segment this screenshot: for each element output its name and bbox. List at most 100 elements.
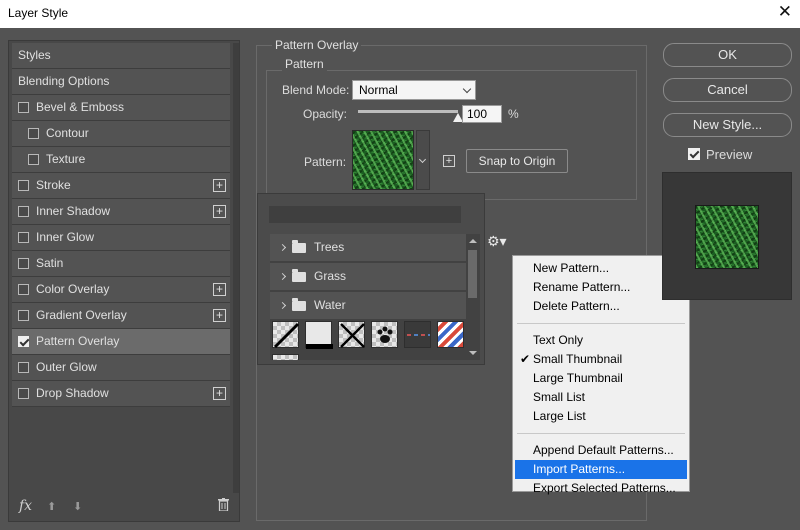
style-item-bevel-emboss[interactable]: Bevel & Emboss — [12, 95, 230, 121]
style-item-label: Styles — [18, 48, 51, 62]
pattern-thumb[interactable] — [404, 321, 431, 348]
menu-item-import-patterns[interactable]: Import Patterns... — [515, 460, 687, 479]
pattern-folder-trees[interactable]: Trees — [270, 234, 466, 262]
folder-icon — [292, 240, 306, 253]
preview-label: Preview — [706, 147, 753, 162]
move-up-icon[interactable]: ⬆ — [47, 500, 56, 513]
menu-item-label: Import Patterns... — [533, 462, 626, 476]
pattern-thumb[interactable] — [437, 321, 464, 348]
gear-icon[interactable]: ⚙▾ — [487, 233, 511, 253]
style-item-blending-options[interactable]: Blending Options — [12, 69, 230, 95]
diagonal-line-icon — [273, 322, 300, 349]
pattern-overlay-checkbox[interactable] — [18, 336, 29, 347]
style-item-stroke[interactable]: Stroke + — [12, 173, 230, 199]
cancel-button[interactable]: Cancel — [663, 78, 792, 102]
blend-mode-value: Normal — [359, 83, 398, 97]
pattern-swatch[interactable] — [352, 130, 414, 190]
scroll-up-icon[interactable] — [469, 239, 477, 243]
add-inner-shadow-icon[interactable]: + — [213, 205, 226, 218]
snap-to-origin-button[interactable]: Snap to Origin — [466, 149, 568, 173]
style-item-label: Pattern Overlay — [36, 334, 120, 348]
close-icon[interactable]: ✕ — [778, 2, 792, 22]
inner-shadow-checkbox[interactable] — [18, 206, 29, 217]
style-item-satin[interactable]: Satin — [12, 251, 230, 277]
preview-box — [662, 172, 792, 300]
menu-item-append-default-patterns[interactable]: Append Default Patterns... — [515, 441, 687, 460]
style-item-label: Blending Options — [18, 74, 110, 88]
bevel-emboss-checkbox[interactable] — [18, 102, 29, 113]
style-item-inner-shadow[interactable]: Inner Shadow + — [12, 199, 230, 225]
chevron-right-icon[interactable] — [278, 243, 287, 252]
pattern-label: Pattern: — [304, 155, 347, 169]
menu-separator — [517, 433, 685, 434]
pattern-thumb[interactable] — [371, 321, 398, 348]
style-item-texture[interactable]: Texture — [12, 147, 230, 173]
chevron-right-icon[interactable] — [278, 272, 287, 281]
blend-mode-label: Blend Mode: — [282, 83, 350, 97]
scroll-down-icon[interactable] — [469, 351, 477, 355]
pattern-thumb[interactable] — [272, 354, 299, 360]
styles-panel: Styles Blending Options Bevel & Emboss Cont… — [8, 40, 240, 522]
add-drop-shadow-icon[interactable]: + — [213, 387, 226, 400]
pattern-folder-grass[interactable]: Grass — [270, 263, 466, 291]
style-item-gradient-overlay[interactable]: Gradient Overlay + — [12, 303, 230, 329]
style-item-drop-shadow[interactable]: Drop Shadow + — [12, 381, 230, 407]
contour-checkbox[interactable] — [28, 128, 39, 139]
add-gradient-overlay-icon[interactable]: + — [213, 309, 226, 322]
pattern-folder-water[interactable]: Water — [270, 292, 466, 320]
menu-item-label: Large Thumbnail — [533, 371, 623, 385]
menu-item-export-selected-patterns[interactable]: Export Selected Patterns... — [515, 479, 687, 498]
pattern-list-scrollbar[interactable] — [466, 234, 479, 360]
pattern-picker: Trees Grass Water — [257, 193, 485, 365]
add-color-overlay-icon[interactable]: + — [213, 283, 226, 296]
menu-separator — [517, 323, 685, 324]
stroke-checkbox[interactable] — [18, 180, 29, 191]
style-item-label: Texture — [46, 152, 86, 166]
texture-checkbox[interactable] — [28, 154, 39, 165]
folder-name: Grass — [314, 269, 347, 283]
gradient-overlay-checkbox[interactable] — [18, 310, 29, 321]
blend-mode-select[interactable]: Normal — [352, 80, 476, 100]
style-item-styles[interactable]: Styles — [12, 43, 230, 69]
new-style-button[interactable]: New Style... — [663, 113, 792, 137]
satin-checkbox[interactable] — [18, 258, 29, 269]
preview-checkbox[interactable] — [688, 148, 700, 160]
menu-item-small-list[interactable]: Small List — [515, 388, 687, 407]
ok-button[interactable]: OK — [663, 43, 792, 67]
pattern-thumb[interactable] — [305, 321, 333, 349]
menu-item-small-thumbnail[interactable]: ✔ Small Thumbnail — [515, 350, 687, 369]
chevron-right-icon[interactable] — [278, 301, 287, 310]
inner-glow-checkbox[interactable] — [18, 232, 29, 243]
outer-glow-checkbox[interactable] — [18, 362, 29, 373]
scroll-thumb[interactable] — [468, 250, 477, 298]
drop-shadow-checkbox[interactable] — [18, 388, 29, 399]
style-item-inner-glow[interactable]: Inner Glow — [12, 225, 230, 251]
color-overlay-checkbox[interactable] — [18, 284, 29, 295]
style-item-pattern-overlay[interactable]: Pattern Overlay — [12, 329, 230, 355]
style-item-label: Stroke — [36, 178, 71, 192]
pattern-thumb[interactable] — [272, 321, 300, 349]
fx-icon[interactable]: fx — [19, 498, 32, 514]
menu-item-large-thumbnail[interactable]: Large Thumbnail — [515, 369, 687, 388]
menu-item-label: New Pattern... — [533, 261, 610, 275]
chevron-down-icon — [462, 84, 472, 94]
style-item-contour[interactable]: Contour — [12, 121, 230, 147]
menu-item-text-only[interactable]: Text Only — [515, 331, 687, 350]
pattern-name-bar — [269, 206, 461, 223]
folder-name: Water — [314, 298, 346, 312]
move-down-icon[interactable]: ⬇ — [73, 500, 82, 513]
menu-item-large-list[interactable]: Large List — [515, 407, 687, 426]
styles-scrollbar[interactable] — [233, 43, 239, 493]
menu-item-label: Small Thumbnail — [533, 352, 623, 366]
style-item-outer-glow[interactable]: Outer Glow — [12, 355, 230, 381]
pattern-thumb[interactable] — [338, 321, 365, 348]
style-item-label: Drop Shadow — [36, 386, 109, 400]
trash-icon[interactable] — [218, 498, 229, 511]
pattern-dropdown-toggle[interactable] — [416, 130, 430, 190]
opacity-input[interactable]: 100 — [462, 105, 502, 123]
opacity-slider[interactable] — [358, 110, 458, 113]
add-stroke-icon[interactable]: + — [213, 179, 226, 192]
create-preset-icon[interactable]: + — [443, 155, 455, 167]
style-item-color-overlay[interactable]: Color Overlay + — [12, 277, 230, 303]
chevron-down-icon — [418, 155, 427, 164]
